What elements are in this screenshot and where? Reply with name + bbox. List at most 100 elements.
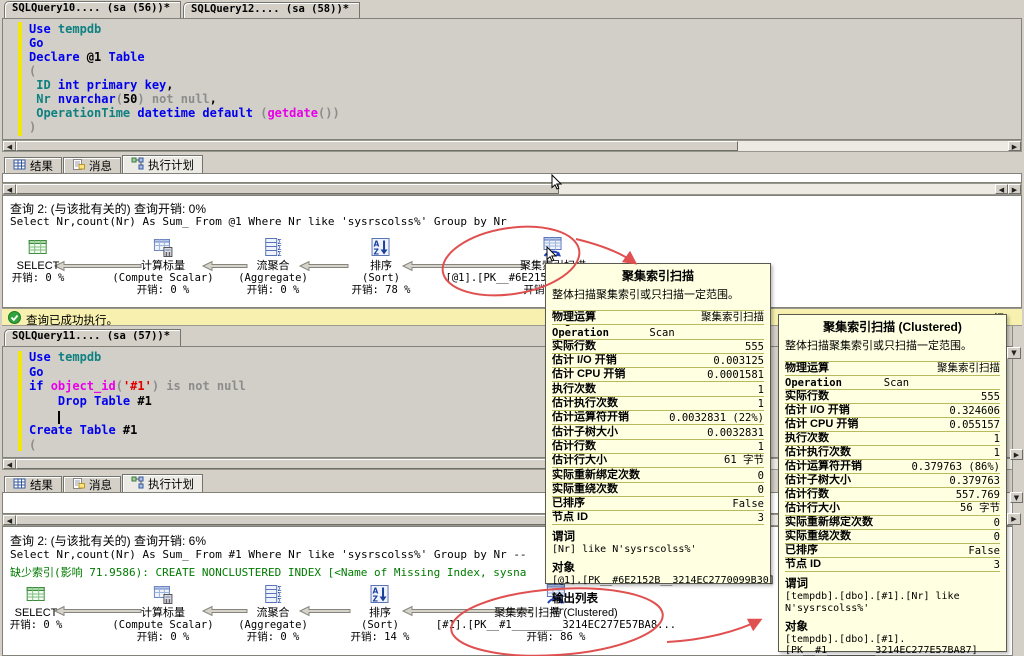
property-value: 1 xyxy=(758,384,764,396)
operator-cost: 开销: 14 % xyxy=(351,631,410,643)
document-tab-bar-1: SQLQuery10.... (sa (56))*SQLQuery12.... … xyxy=(0,0,1024,18)
results-tab-grid[interactable]: 结果 xyxy=(4,476,62,492)
tooltip-description: 整体扫描聚集索引或只扫描一定范围。 xyxy=(785,337,1000,353)
property-value: 0 xyxy=(994,517,1000,529)
scroll-left-icon[interactable]: ◀ xyxy=(995,184,1008,194)
operator-name: 排序 xyxy=(352,260,411,272)
results-tab-message[interactable]: 消息 xyxy=(63,157,121,173)
editor1-horizontal-scrollbar[interactable]: ◀ ▶ xyxy=(2,140,1022,152)
tooltip-property-row: 已排序False xyxy=(552,497,764,511)
sql-code-2[interactable]: Use tempdbGoif object_id('#1') is not nu… xyxy=(29,350,246,452)
results-tab-plan[interactable]: 执行计划 xyxy=(122,474,203,492)
results-tab-grid[interactable]: 结果 xyxy=(4,157,62,173)
tooltip-section-label: 输出列表 xyxy=(552,593,764,606)
plan-operator-select[interactable]: SELECT开销: 0 % xyxy=(12,236,65,284)
scroll-down-icon[interactable]: ▼ xyxy=(1010,492,1023,503)
property-label: 物理运算 xyxy=(785,361,829,375)
scroll-left-icon[interactable]: ◀ xyxy=(3,515,16,525)
property-value: 0.0032831 (22%) xyxy=(669,412,764,424)
results-tab-message[interactable]: 消息 xyxy=(63,476,121,492)
tooltip-property-row: 已排序 False xyxy=(785,544,1000,558)
scroll-right-icon[interactable]: ▶ xyxy=(1008,184,1021,194)
tooltip-property-row: 估计运算符开销0.379763 (86%) xyxy=(785,460,1000,474)
property-value: 0.379763 (86%) xyxy=(911,461,1000,473)
property-label: 已排序 xyxy=(785,544,818,557)
property-value: 聚集索引扫描 xyxy=(937,361,1000,375)
document-tab[interactable]: SQLQuery11.... (sa (57))* xyxy=(4,329,181,346)
tooltip-property-row: 物理运算 聚集索引扫描 xyxy=(785,361,1000,376)
tooltip-section-value: [tempdb].[dbo].[#1].[Nr] like xyxy=(785,591,1000,603)
tooltip-property-row: 估计行大小56 字节 xyxy=(785,502,1000,516)
scroll-right-icon[interactable]: ▶ xyxy=(1008,141,1021,151)
right-window-border xyxy=(1012,326,1024,656)
plan-operator-sort[interactable]: AZ排序(Sort)开销: 14 % xyxy=(351,583,410,643)
sql-code-1[interactable]: Use tempdbGoDeclare @1 Table( ID int pri… xyxy=(29,22,340,134)
plan-operator-compute-scalar[interactable]: 计算标量(Compute Scalar)开销: 0 % xyxy=(112,236,213,296)
property-value: 1 xyxy=(758,398,764,410)
property-label: 物理运算 xyxy=(552,310,596,324)
select-operator-icon xyxy=(27,236,49,258)
operator-subtitle: (Sort) xyxy=(352,272,411,284)
tooltip-section-label: 对象 xyxy=(785,621,1000,634)
tooltip-section-value: N'sysrscolss%' xyxy=(785,603,1000,615)
tooltip-property-row: 估计行数1 xyxy=(552,440,764,454)
tooltip-section-label: 对象 xyxy=(552,562,764,575)
tooltip-property-row: 估计 CPU 开销0.055157 xyxy=(785,418,1000,432)
plan-operator-select[interactable]: SELECT开销: 0 % xyxy=(10,583,63,631)
plan-operator-stream-aggregate[interactable]: ΣΣΣ流聚合(Aggregate)开销: 0 % xyxy=(238,236,308,296)
operator-cost: 开销: 0 % xyxy=(238,631,308,643)
messages-icon xyxy=(72,158,85,174)
property-value: Clustered Index Scan xyxy=(884,376,1000,389)
property-value: False xyxy=(968,545,1000,557)
results-tab-bar-1: 结果消息 执行计划 xyxy=(2,155,1022,173)
property-label: 估计行大小 xyxy=(785,502,840,515)
property-label: Logical Operation xyxy=(785,376,884,389)
results-tab-label: 执行计划 xyxy=(148,476,194,492)
plan-operator-stream-aggregate[interactable]: ΣΣΣ流聚合(Aggregate)开销: 0 % xyxy=(238,583,308,643)
tooltip-property-row: 估计行大小61 字节 xyxy=(552,454,764,468)
select-operator-icon xyxy=(25,583,47,605)
tooltip-property-row: 实际重新绑定次数0 xyxy=(552,468,764,482)
document-tab[interactable]: SQLQuery10.... (sa (56))* xyxy=(4,1,181,18)
scroll-left-icon[interactable]: ◀ xyxy=(3,141,16,151)
plan-operator-sort[interactable]: AZ排序(Sort)开销: 78 % xyxy=(352,236,411,296)
plan-operator-compute-scalar[interactable]: 计算标量(Compute Scalar)开销: 0 % xyxy=(112,583,213,643)
scroll-right-icon[interactable]: ▶ xyxy=(1007,513,1021,525)
tooltip-section-value: Nr xyxy=(552,606,764,618)
results-tab-label: 执行计划 xyxy=(148,157,194,173)
property-label: 估计行数 xyxy=(785,488,829,501)
tooltip-clustered-index-scan-1: 聚集索引扫描 整体扫描聚集索引或只扫描一定范围。 物理运算聚集索引扫描Logic… xyxy=(545,263,771,584)
tooltip-property-row: 估计子树大小0.0032831 xyxy=(552,425,764,439)
scrollbar-thumb[interactable] xyxy=(16,515,559,525)
code-line: OperationTime datetime default (getdate(… xyxy=(29,106,340,120)
property-value: 555 xyxy=(981,391,1000,403)
svg-text:Z: Z xyxy=(373,595,379,604)
results-grid-icon xyxy=(13,158,26,174)
code-line: ) xyxy=(29,120,340,134)
operator-name: SELECT xyxy=(12,260,65,272)
clustered-index-scan-operator-icon xyxy=(542,236,564,258)
property-label: 实际行数 xyxy=(552,340,596,353)
execution-plan-pane-1[interactable]: 查询 2: (与该批有关的) 查询开销: 0% Select Nr,count(… xyxy=(2,195,1022,308)
scroll-left-icon[interactable]: ◀ xyxy=(3,459,16,469)
scrollbar-thumb[interactable] xyxy=(16,184,559,194)
tooltip-title: 聚集索引扫描 xyxy=(552,267,764,284)
tooltip-section-value: [Nr] like N'sysrscolss%' xyxy=(552,544,764,556)
tooltip-property-row: Logical OperationClustered Index Scan xyxy=(785,376,1000,390)
property-label: 实际重新绑定次数 xyxy=(552,468,640,481)
scrollbar-thumb[interactable] xyxy=(16,141,738,151)
scroll-right-icon[interactable]: ▶ xyxy=(1010,449,1023,460)
property-label: 估计行大小 xyxy=(552,454,607,467)
scroll-down-icon[interactable]: ▼ xyxy=(1007,347,1021,359)
ssms-window: SQLQuery10.... (sa (56))*SQLQuery12.... … xyxy=(0,0,1024,656)
sql-editor-1[interactable]: Use tempdbGoDeclare @1 Table( ID int pri… xyxy=(2,18,1022,140)
success-check-icon xyxy=(8,311,21,324)
scroll-left-icon[interactable]: ◀ xyxy=(3,184,16,194)
property-label: 估计子树大小 xyxy=(785,474,851,487)
results-tab-plan[interactable]: 执行计划 xyxy=(122,155,203,173)
plan1-horizontal-scrollbar[interactable]: ◀ ◀ ▶ xyxy=(2,183,1022,195)
property-label: 估计 I/O 开销 xyxy=(785,404,850,417)
tooltip-section-label: 谓词 xyxy=(785,578,1000,591)
property-value: 0 xyxy=(994,531,1000,543)
document-tab[interactable]: SQLQuery12.... (sa (58))* xyxy=(183,2,360,18)
